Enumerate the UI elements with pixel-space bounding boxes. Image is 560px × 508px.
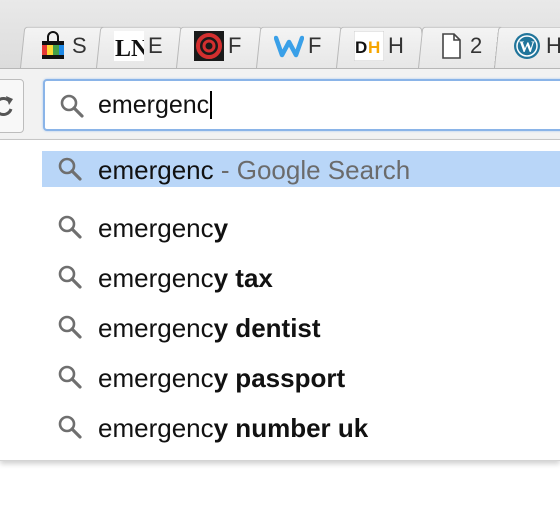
search-icon [58, 157, 82, 181]
tab-title: 2 [470, 33, 483, 58]
reload-icon [0, 96, 13, 116]
tab-title: H [546, 33, 560, 58]
shopping-bag-icon [42, 31, 64, 59]
tab-4[interactable]: F [256, 22, 346, 68]
tab-7[interactable]: W H [494, 22, 560, 68]
tab-5[interactable]: D H H [336, 22, 426, 68]
suggestion-label: emergency dentist [98, 313, 321, 343]
svg-text:W: W [519, 39, 535, 56]
search-icon [58, 315, 82, 339]
suggestion-row[interactable]: emergency dentist [42, 309, 560, 345]
suggestion-row[interactable]: emergency number uk [42, 409, 560, 445]
search-icon [58, 365, 82, 389]
svg-text:H: H [368, 38, 380, 57]
suggestion-label: emergency passport [98, 363, 346, 393]
omnibox[interactable]: emergenc [43, 79, 560, 131]
tab-title: H [388, 33, 404, 58]
red-swirl-icon [194, 31, 224, 61]
suggestion-row[interactable]: emergency passport [42, 359, 560, 395]
toolbar: emergenc [0, 68, 560, 140]
tab-title: E [148, 33, 163, 58]
svg-text:D: D [355, 38, 367, 57]
search-icon [58, 215, 82, 239]
tab-title: F [308, 33, 322, 58]
suggestion-label: emergency tax [98, 263, 273, 293]
svg-text:LN: LN [115, 36, 144, 61]
suggestion-label: emergenc - Google Search [98, 155, 411, 185]
omnibox-text[interactable]: emergenc [98, 91, 213, 120]
omnibox-typed: emergenc [98, 91, 210, 119]
document-icon [442, 33, 461, 59]
tab-title: F [228, 33, 242, 58]
search-icon [60, 94, 84, 118]
search-icon [58, 265, 82, 289]
suggestion-dropdown: emergenc - Google Search emergency emerg… [0, 140, 560, 461]
reload-button[interactable] [0, 79, 24, 133]
ln-logo-icon: LN [114, 31, 144, 61]
wordpress-icon: W [514, 33, 540, 59]
text-caret [210, 91, 213, 119]
w-logo-icon [274, 35, 304, 58]
suggestion-label: emergency [98, 213, 229, 243]
tab-title: S [72, 33, 87, 58]
tab-2[interactable]: LN E [96, 22, 186, 68]
tab-strip: S LN E F F D H H 2 W H [0, 0, 560, 68]
suggestion-label: emergency number uk [98, 413, 369, 443]
suggestion-row[interactable]: emergency [42, 209, 560, 245]
suggestion-row[interactable]: emergenc - Google Search [42, 151, 560, 187]
search-icon [58, 415, 82, 439]
tab-3[interactable]: F [176, 22, 266, 68]
dh-logo-icon: D H [354, 31, 384, 61]
suggestion-row[interactable]: emergency tax [42, 259, 560, 295]
